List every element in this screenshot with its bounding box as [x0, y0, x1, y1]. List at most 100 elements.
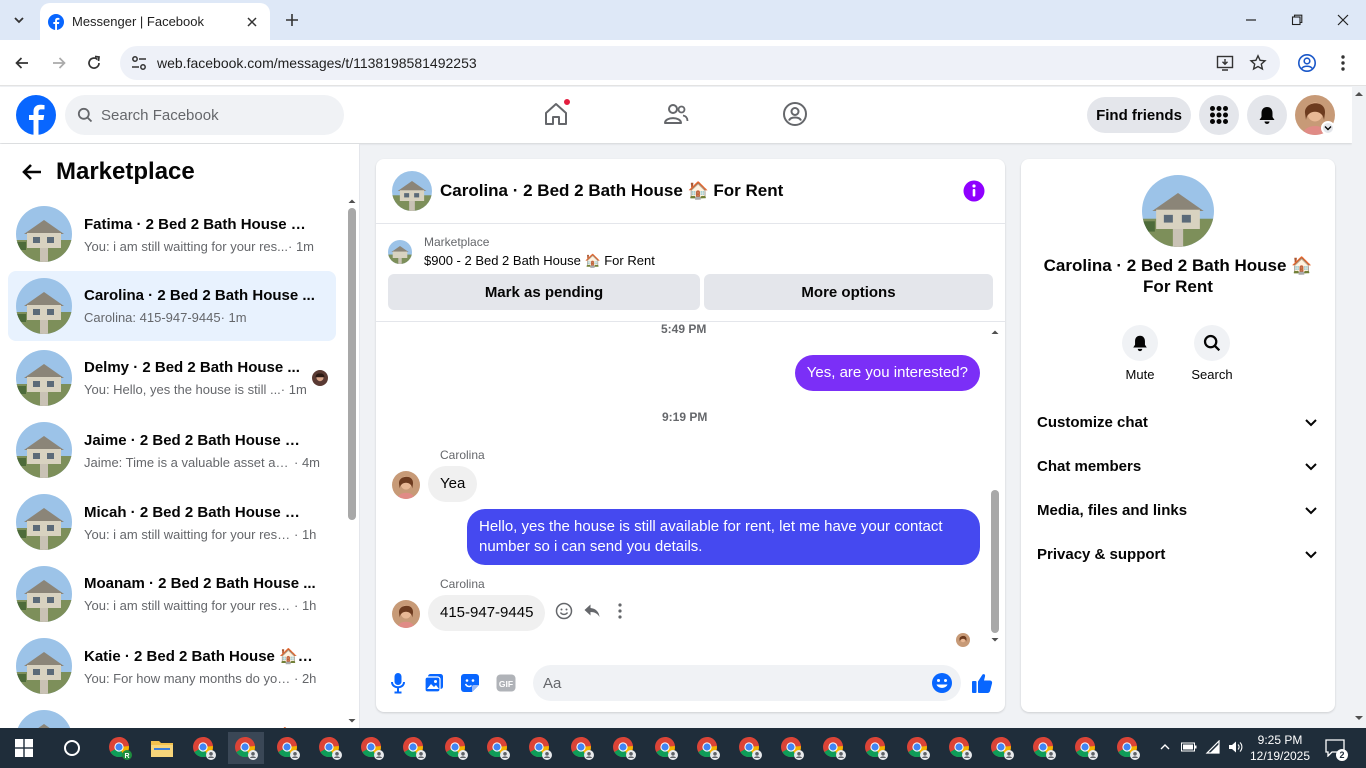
arrow-left-icon[interactable] — [20, 160, 44, 184]
gif-button[interactable]: GIF — [494, 671, 518, 695]
conversation-item[interactable]: Carolina · 2 Bed 2 Bath House ... Carolin… — [8, 271, 336, 341]
home-nav[interactable] — [541, 98, 571, 129]
scroll-up-icon[interactable] — [990, 327, 1000, 337]
chrome-taskbar-button[interactable] — [816, 732, 852, 764]
outgoing-message[interactable]: Yes, are you interested? — [794, 355, 980, 391]
info-icon[interactable] — [963, 180, 985, 202]
find-friends-button[interactable]: Find friends — [1087, 97, 1191, 133]
clock[interactable]: 9:25 PM 12/19/2025 — [1245, 732, 1315, 764]
search-in-chat-button[interactable] — [1194, 325, 1230, 361]
scroll-thumb[interactable] — [991, 490, 999, 633]
search-action[interactable]: Search — [1182, 325, 1242, 382]
chrome-taskbar-button[interactable] — [732, 732, 768, 764]
volume-tray[interactable] — [1227, 738, 1245, 756]
network-tray[interactable] — [1204, 738, 1222, 756]
new-tab-button[interactable] — [282, 10, 302, 30]
sender-avatar[interactable] — [392, 471, 420, 499]
chat-title[interactable]: Carolina · 2 Bed 2 Bath House 🏠 For Rent — [440, 181, 783, 201]
chrome-taskbar-button[interactable]: R — [102, 732, 138, 764]
react-button[interactable] — [554, 601, 574, 621]
scroll-up-icon[interactable] — [1352, 87, 1366, 101]
privacy-support-section[interactable]: Privacy & support — [1029, 534, 1327, 574]
minimize-button[interactable] — [1228, 0, 1274, 40]
chrome-taskbar-button[interactable] — [480, 732, 516, 764]
chrome-taskbar-button[interactable] — [858, 732, 894, 764]
install-app-button[interactable] — [1214, 52, 1236, 74]
reply-button[interactable] — [582, 601, 602, 621]
thread-scrollbar[interactable] — [990, 327, 1000, 645]
chat-info-avatar[interactable] — [1142, 175, 1214, 247]
site-info-icon[interactable] — [130, 54, 148, 72]
conversation-scrollbar[interactable] — [346, 196, 356, 726]
facebook-search-input[interactable] — [101, 106, 321, 124]
chrome-taskbar-button[interactable] — [396, 732, 432, 764]
chat-members-section[interactable]: Chat members — [1029, 446, 1327, 486]
mute-action[interactable]: Mute — [1110, 325, 1170, 382]
conversation-item[interactable]: Moanam · 2 Bed 2 Bath House ... You: i am… — [8, 559, 336, 629]
action-center-button[interactable]: 2 — [1324, 737, 1348, 761]
close-window-button[interactable] — [1320, 0, 1366, 40]
friends-nav[interactable] — [661, 99, 691, 129]
forward-button[interactable] — [48, 52, 70, 74]
message-input[interactable] — [543, 674, 913, 692]
send-like-button[interactable] — [970, 671, 994, 695]
chat-avatar[interactable] — [392, 171, 432, 211]
conversation-item[interactable]: Delmy · 2 Bed 2 Bath House ... You: Hello… — [8, 343, 336, 413]
tray-overflow-button[interactable] — [1156, 738, 1174, 756]
scroll-up-icon[interactable] — [347, 196, 357, 206]
restore-button[interactable] — [1274, 0, 1320, 40]
chrome-taskbar-button[interactable] — [522, 732, 558, 764]
incoming-message[interactable]: 415-947-9445 — [428, 595, 546, 631]
search-taskbar-button[interactable] — [54, 732, 90, 764]
groups-nav[interactable] — [780, 99, 810, 129]
facebook-logo-icon[interactable] — [16, 95, 56, 135]
chrome-taskbar-button[interactable] — [690, 732, 726, 764]
bookmark-button[interactable] — [1247, 52, 1269, 74]
scroll-down-icon[interactable] — [347, 716, 357, 726]
chrome-taskbar-button[interactable] — [228, 732, 264, 764]
media-files-links-section[interactable]: Media, files and links — [1029, 490, 1327, 530]
chrome-taskbar-button[interactable] — [1068, 732, 1104, 764]
scroll-thumb[interactable] — [348, 208, 356, 520]
chrome-taskbar-button[interactable] — [606, 732, 642, 764]
start-button[interactable] — [6, 732, 42, 764]
notifications-button[interactable] — [1247, 95, 1287, 135]
chrome-taskbar-button[interactable] — [270, 732, 306, 764]
outgoing-message[interactable]: Hello, yes the house is still available … — [467, 509, 980, 565]
conversation-item[interactable]: Jaime · 2 Bed 2 Bath House 🏠 F... Jaime: … — [8, 415, 336, 485]
conversation-item[interactable]: Micah · 2 Bed 2 Bath House 🏠 F... You: i … — [8, 487, 336, 557]
sender-avatar[interactable] — [392, 600, 420, 628]
chrome-taskbar-button[interactable] — [564, 732, 600, 764]
browser-menu-button[interactable] — [1332, 52, 1354, 74]
scroll-down-icon[interactable] — [990, 635, 1000, 645]
tab-search-button[interactable] — [6, 8, 32, 32]
tab-close-icon[interactable] — [244, 14, 260, 30]
address-bar[interactable]: web.facebook.com/messages/t/113819858149… — [120, 46, 1280, 80]
attach-photo-button[interactable] — [422, 671, 446, 695]
chrome-taskbar-button[interactable] — [438, 732, 474, 764]
chrome-taskbar-button[interactable] — [648, 732, 684, 764]
chrome-taskbar-button[interactable] — [354, 732, 390, 764]
mark-as-pending-button[interactable]: Mark as pending — [388, 274, 700, 310]
scroll-down-icon[interactable] — [1352, 711, 1366, 725]
menu-button[interactable] — [1199, 95, 1239, 135]
facebook-search[interactable] — [65, 95, 344, 135]
chrome-taskbar-button[interactable] — [984, 732, 1020, 764]
more-options-button[interactable]: More options — [704, 274, 993, 310]
sticker-button[interactable] — [458, 671, 482, 695]
conversation-item[interactable]: Fatima · 2 Bed 2 Bath House 🏠 ... You: i … — [8, 199, 336, 269]
message-input-wrap[interactable] — [533, 665, 961, 701]
message-more-button[interactable] — [610, 601, 630, 621]
account-caret[interactable] — [1321, 121, 1335, 135]
page-scrollbar[interactable] — [1352, 87, 1366, 728]
mute-button[interactable] — [1122, 325, 1158, 361]
customize-chat-section[interactable]: Customize chat — [1029, 402, 1327, 442]
chrome-taskbar-button[interactable] — [900, 732, 936, 764]
emoji-icon[interactable] — [931, 672, 953, 694]
conversation-item[interactable]: Rent · 2 Bed 2 Bath House 🏠 Fo... — [8, 703, 336, 728]
reload-button[interactable] — [83, 52, 105, 74]
conversation-item[interactable]: Katie · 2 Bed 2 Bath House 🏠 F... You: Fo… — [8, 631, 336, 701]
chrome-taskbar-button[interactable] — [186, 732, 222, 764]
profile-button[interactable] — [1296, 52, 1318, 74]
voice-clip-button[interactable] — [386, 671, 410, 695]
